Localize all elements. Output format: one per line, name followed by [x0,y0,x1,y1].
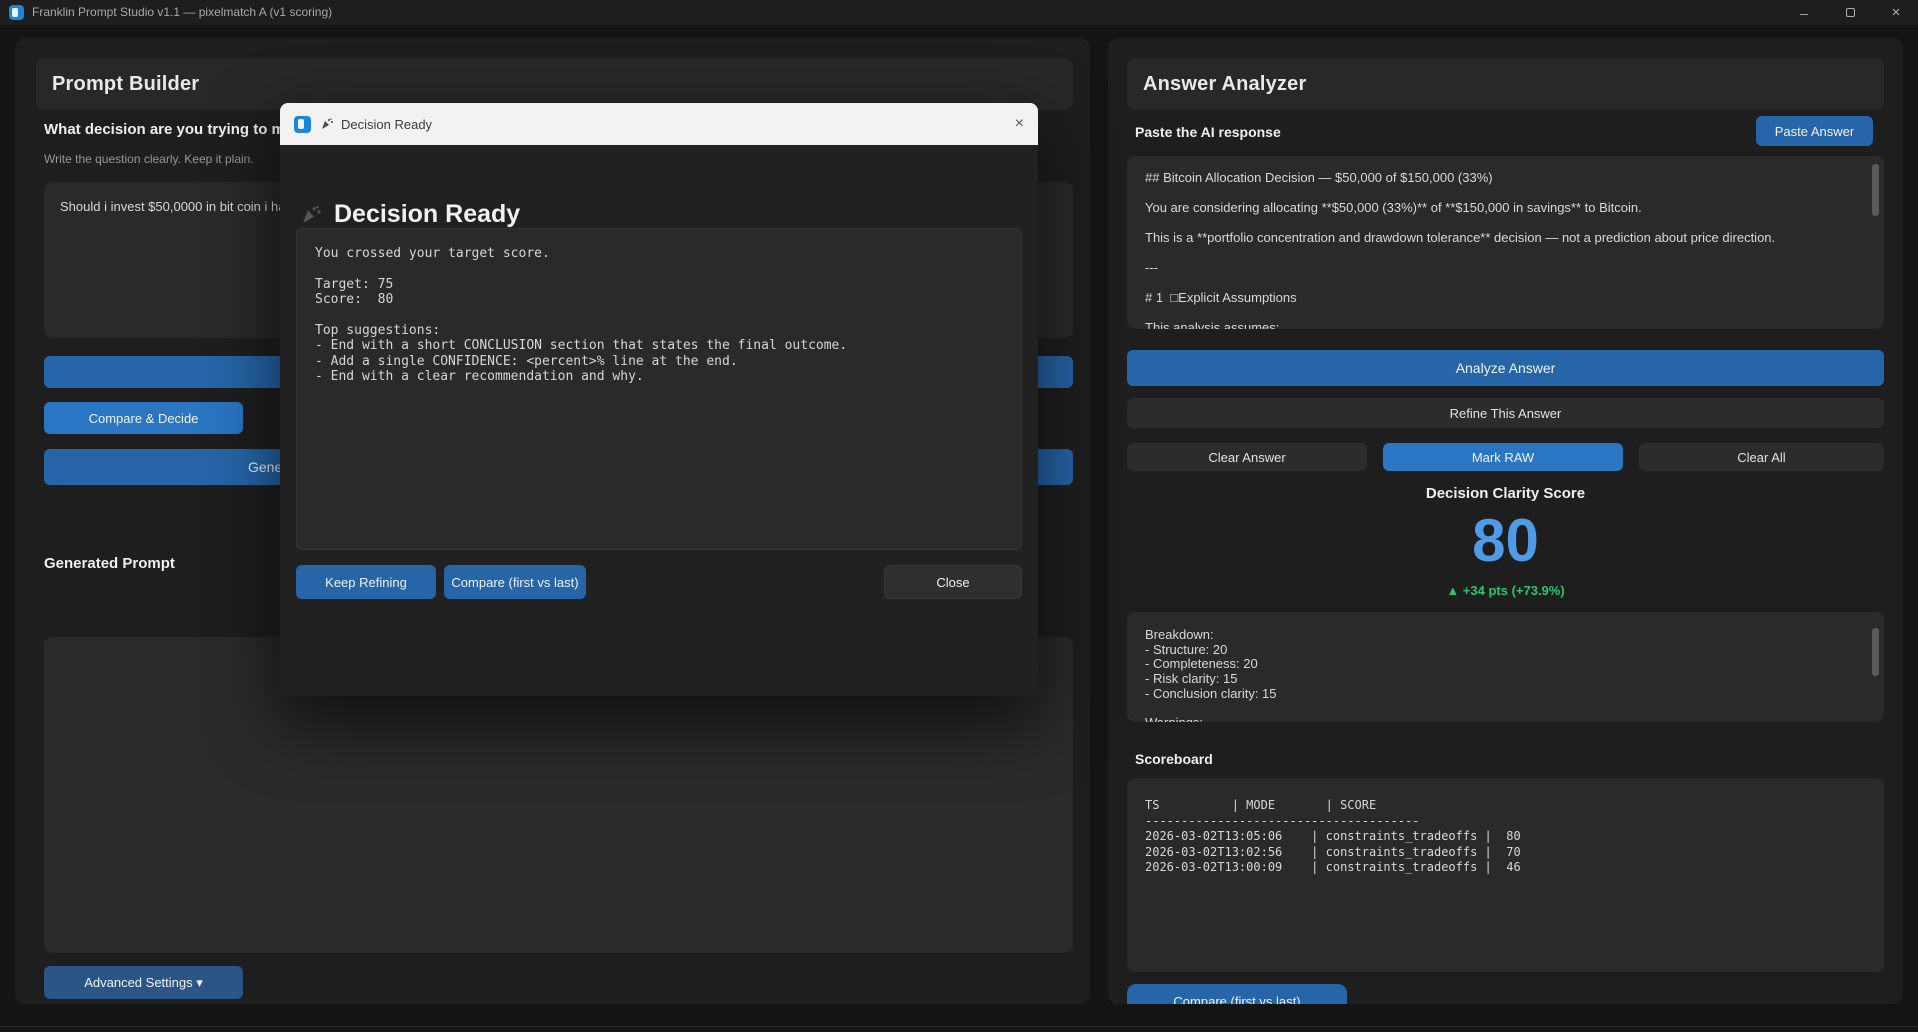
app-icon [9,5,24,20]
window-titlebar: Franklin Prompt Studio v1.1 — pixelmatch… [0,0,1918,25]
answer-analyzer-panel: Answer Analyzer Paste the AI response Pa… [1108,38,1903,1004]
generate-button-label: Gene [44,459,282,475]
clarity-score-label: Decision Clarity Score [1108,485,1903,502]
response-text: ## Bitcoin Allocation Decision — $50,000… [1145,170,1858,329]
modal-titlebar[interactable]: Decision Ready × [280,103,1038,145]
response-scrollbar[interactable] [1872,164,1879,216]
clear-answer-button[interactable]: Clear Answer [1127,443,1367,471]
maximize-button[interactable] [1830,0,1870,25]
answer-analyzer-header: Answer Analyzer [1127,58,1884,110]
modal-close-icon[interactable]: × [1015,115,1024,133]
clarity-score-value: 80 [1108,506,1903,575]
prompt-builder-title: Prompt Builder [52,73,199,96]
modal-app-icon [294,116,311,133]
scoreboard-label: Scoreboard [1135,751,1213,767]
close-button[interactable]: × [1876,0,1916,25]
breakdown-text: Breakdown: - Structure: 20 - Completenes… [1145,628,1858,722]
modal-heading: Decision Ready [300,200,520,229]
compare-first-last-bottom-button[interactable]: Compare (first vs last) [1127,984,1347,1004]
answer-analyzer-title: Answer Analyzer [1143,73,1306,96]
question-hint: Write the question clearly. Keep it plai… [44,152,254,166]
mark-raw-button[interactable]: Mark RAW [1383,443,1623,471]
modal-close-action-button[interactable]: Close [884,565,1022,599]
advanced-settings-button[interactable]: Advanced Settings ▾ [44,966,243,999]
response-textarea[interactable]: ## Bitcoin Allocation Decision — $50,000… [1127,156,1884,329]
analyze-answer-button[interactable]: Analyze Answer [1127,350,1884,386]
window-title: Franklin Prompt Studio v1.1 — pixelmatch… [32,5,332,19]
paste-response-label: Paste the AI response [1135,124,1281,140]
compare-first-last-button[interactable]: Compare (first vs last) [444,565,586,599]
compare-decide-button[interactable]: Compare & Decide [44,402,243,434]
breakdown-box[interactable]: Breakdown: - Structure: 20 - Completenes… [1127,612,1884,722]
refine-answer-button[interactable]: Refine This Answer [1127,398,1884,428]
modal-message-box: You crossed your target score. Target: 7… [296,228,1022,550]
modal-message-text: You crossed your target score. Target: 7… [315,246,1003,385]
question-label: What decision are you trying to make? [44,121,319,138]
decision-ready-modal: Decision Ready × Decision Ready You cros… [280,103,1038,696]
clear-all-button[interactable]: Clear All [1639,443,1884,471]
paste-answer-button[interactable]: Paste Answer [1756,116,1873,146]
minimize-button[interactable]: – [1784,0,1824,25]
keep-refining-button[interactable]: Keep Refining [296,565,436,599]
generated-prompt-label: Generated Prompt [44,555,175,572]
modal-body: Decision Ready You crossed your target s… [280,145,1038,696]
modal-heading-text: Decision Ready [334,200,520,229]
scoreboard-text: TS | MODE | SCORE ----------------------… [1145,798,1866,876]
window-bottom-divider [0,1026,1918,1027]
scoreboard-box: TS | MODE | SCORE ----------------------… [1127,778,1884,972]
celebration-icon [320,117,334,131]
modal-title: Decision Ready [341,117,432,132]
clarity-score-delta: ▲ +34 pts (+73.9%) [1108,583,1903,598]
maximize-icon [1846,8,1855,17]
breakdown-scrollbar[interactable] [1872,628,1879,676]
app-window: Franklin Prompt Studio v1.1 — pixelmatch… [0,0,1918,1032]
celebration-icon [300,204,322,226]
